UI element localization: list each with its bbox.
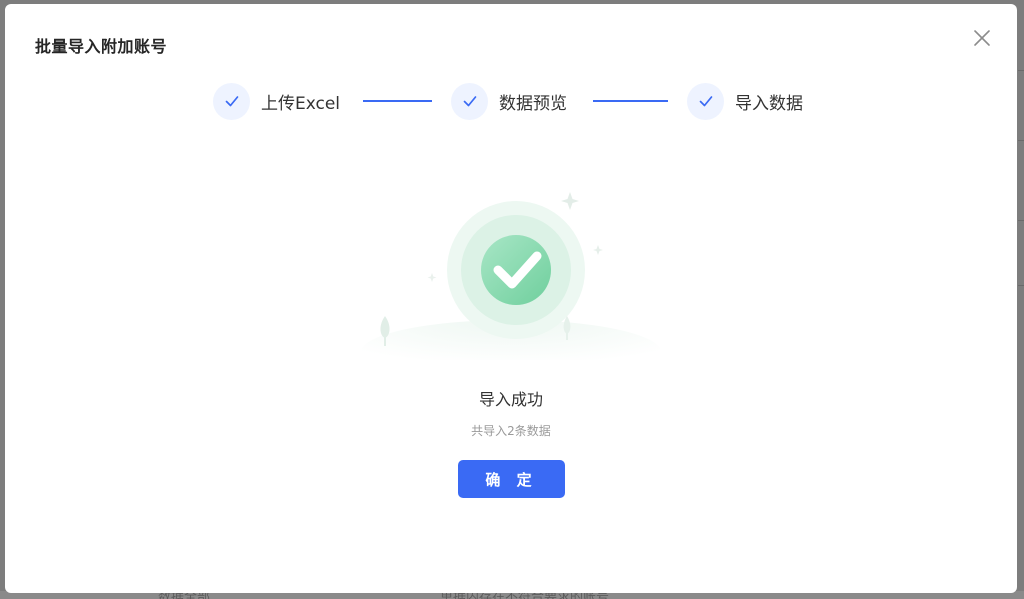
step-import-data: 导入数据 <box>687 82 803 120</box>
step-circle <box>451 82 488 120</box>
check-icon <box>463 96 476 107</box>
step-data-preview: 数据预览 <box>451 82 567 120</box>
check-icon <box>225 96 238 107</box>
dialog-title: 批量导入附加账号 <box>35 37 168 56</box>
import-dialog: 批量导入附加账号 上传Excel 数据预览 导入数据 导入成功 共导入2条数据 … <box>5 4 1017 593</box>
close-button[interactable] <box>973 29 991 47</box>
result-title: 导入成功 <box>478 390 543 409</box>
result-subtitle: 共导入2条数据 <box>471 424 551 438</box>
confirm-button[interactable]: 确 定 <box>458 460 565 498</box>
background-right-edge <box>1018 60 1024 320</box>
success-check-illustration <box>361 192 661 360</box>
step-circle <box>213 82 250 120</box>
step-circle <box>687 82 724 120</box>
close-icon <box>974 30 990 46</box>
step-upload-excel: 上传Excel <box>213 82 340 120</box>
step-connector <box>363 100 432 102</box>
check-icon <box>699 96 712 107</box>
step-connector <box>593 100 668 102</box>
step-label: 导入数据 <box>735 93 803 114</box>
step-label: 数据预览 <box>499 93 567 114</box>
step-label: 上传Excel <box>261 93 341 114</box>
